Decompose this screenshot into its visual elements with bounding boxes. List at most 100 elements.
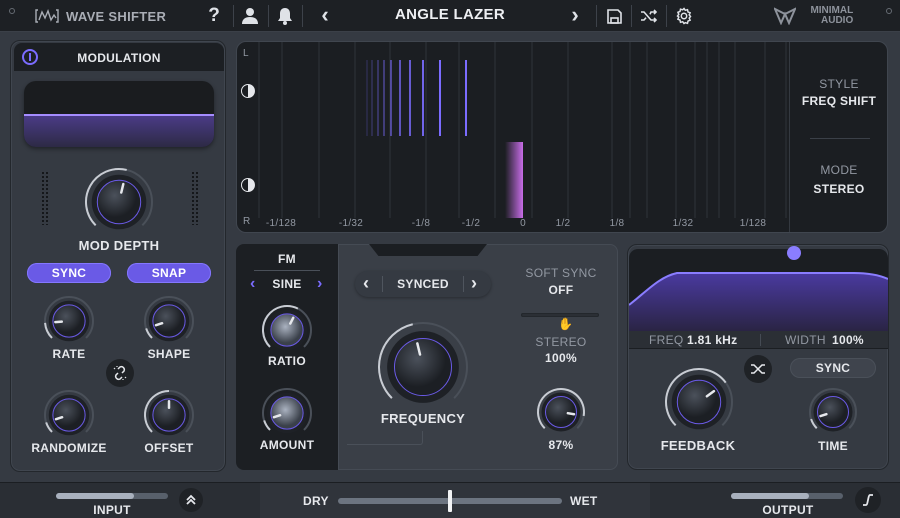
lfo-display[interactable] [24,81,214,147]
ratio-knob[interactable] [261,304,313,356]
prev-waveform-button[interactable]: ‹ [250,275,255,293]
grip-right [191,171,199,225]
tick-label: -1/32 [338,218,364,229]
help-button[interactable]: ? [204,5,224,26]
fm-title: FM [278,252,296,266]
divider [666,5,667,27]
prev-preset-button[interactable]: ‹ [315,2,335,27]
time-knob[interactable] [808,387,858,437]
width-value[interactable]: 100% [832,333,864,347]
plugin-name: WAVE SHIFTER [66,9,167,24]
divider [463,276,464,292]
offset-knob[interactable] [143,389,195,441]
frequency-mode[interactable]: SYNCED [383,277,463,291]
input-label: INPUT [93,503,131,517]
frequency-panel: ‹ SYNCED › FREQUENCY SOFT SYNC OFF ✋ STE… [338,244,618,470]
style-label: STYLE [819,77,859,91]
shape-knob[interactable] [143,295,195,347]
mode-label: MODE [820,163,858,177]
unlink-icon [113,365,127,381]
expand-button[interactable] [179,488,203,512]
fm-panel: FM ‹ SINE › RATIO AMOUNT [236,244,338,470]
wet-label: WET [570,494,598,508]
gear-icon[interactable] [674,6,694,26]
feedback-invert-button[interactable] [744,355,772,383]
tick-label: -1/8 [411,218,431,229]
amount-label: AMOUNT [259,438,315,452]
rate-knob[interactable] [43,295,95,347]
right-channel-phase-icon[interactable] [241,178,255,192]
save-icon[interactable] [604,6,624,26]
power-toggle-icon[interactable] [22,49,38,65]
next-preset-button[interactable]: › [565,2,585,27]
soft-sync-value[interactable]: OFF [511,283,611,297]
output-label: OUTPUT [762,503,814,517]
mode-selector: ‹ SYNCED › [355,271,491,297]
divider [233,5,234,27]
stereo-knob[interactable] [536,387,586,437]
width-label: WIDTH [785,333,826,347]
dry-wet-handle[interactable] [448,490,452,512]
channel-right-label: R [243,216,251,227]
left-channel-phase-icon[interactable] [241,84,255,98]
spectral-line [383,60,385,136]
mod-depth-label: MOD DEPTH [78,238,160,253]
scope-grid [258,42,787,218]
feedback-knob[interactable] [664,367,734,437]
top-bar: WAVE SHIFTER ? ‹ ANGLE LAZER › MINIMAL A… [0,0,900,32]
tick-label: -1/128 [265,218,297,229]
spectrum-scope: L R -1/128 -1/32 -1/8 -1/2 0 1/2 1/8 1/32 1/128 … [236,41,888,233]
prev-mode-button[interactable]: ‹ [363,273,369,294]
tick-label: -1/2 [461,218,481,229]
snap-toggle[interactable]: SNAP [127,263,211,283]
window-dot [9,8,15,14]
divider [302,5,303,27]
tick-label: 1/32 [672,218,694,229]
style-value[interactable]: FREQ SHIFT [790,94,888,108]
filter-readout: FREQ 1.81 kHz WIDTH 100% [629,331,888,349]
bottom-bar: INPUT DRY WET OUTPUT [0,482,900,518]
filter-curve [629,272,888,331]
scope-side-panel: STYLE FREQ SHIFT MODE STEREO [789,42,887,232]
dry-label: DRY [303,494,329,508]
filter-display[interactable] [629,249,888,331]
crossover-icon [751,364,765,374]
brand-name: MINIMAL AUDIO [803,6,853,26]
window-dot [886,8,892,14]
spectral-line [390,60,392,136]
feedback-label: FEEDBACK [660,438,736,453]
time-sync-toggle[interactable]: SYNC [790,358,876,378]
rate-label: RATE [52,347,86,361]
input-level-fill [56,493,135,499]
clipper-button[interactable] [855,487,881,513]
randomize-label: RANDOMIZE [31,441,107,455]
freq-value[interactable]: 1.81 kHz [687,333,737,347]
next-waveform-button[interactable]: › [317,275,322,293]
frequency-knob[interactable] [377,321,469,413]
mode-value[interactable]: STEREO [790,182,888,196]
spectral-line [377,60,379,136]
spectral-line [422,60,424,136]
fm-waveform[interactable]: SINE [256,277,318,291]
spectral-line [366,60,368,136]
bell-icon[interactable] [275,6,295,26]
next-mode-button[interactable]: › [471,273,477,294]
grip-left [41,171,49,225]
sync-toggle[interactable]: SYNC [27,263,111,283]
frequency-label: FREQUENCY [380,411,466,426]
brand-line-2: AUDIO [821,15,854,26]
wave-shifter-plugin: WAVE SHIFTER ? ‹ ANGLE LAZER › MINIMAL A… [0,0,900,518]
shuffle-icon[interactable] [639,6,659,26]
user-icon[interactable] [240,6,260,26]
frequency-bracket [347,431,423,445]
link-button[interactable] [106,359,134,387]
filter-handle[interactable] [787,246,801,260]
preset-name[interactable]: ANGLE LAZER [345,6,555,23]
time-label: TIME [818,439,848,453]
randomize-knob[interactable] [43,389,95,441]
mod-depth-knob[interactable] [84,167,154,237]
spectral-line [439,60,441,136]
modulation-title: MODULATION [77,51,161,65]
tick-label: 1/8 [609,218,625,229]
amount-knob[interactable] [261,387,313,439]
